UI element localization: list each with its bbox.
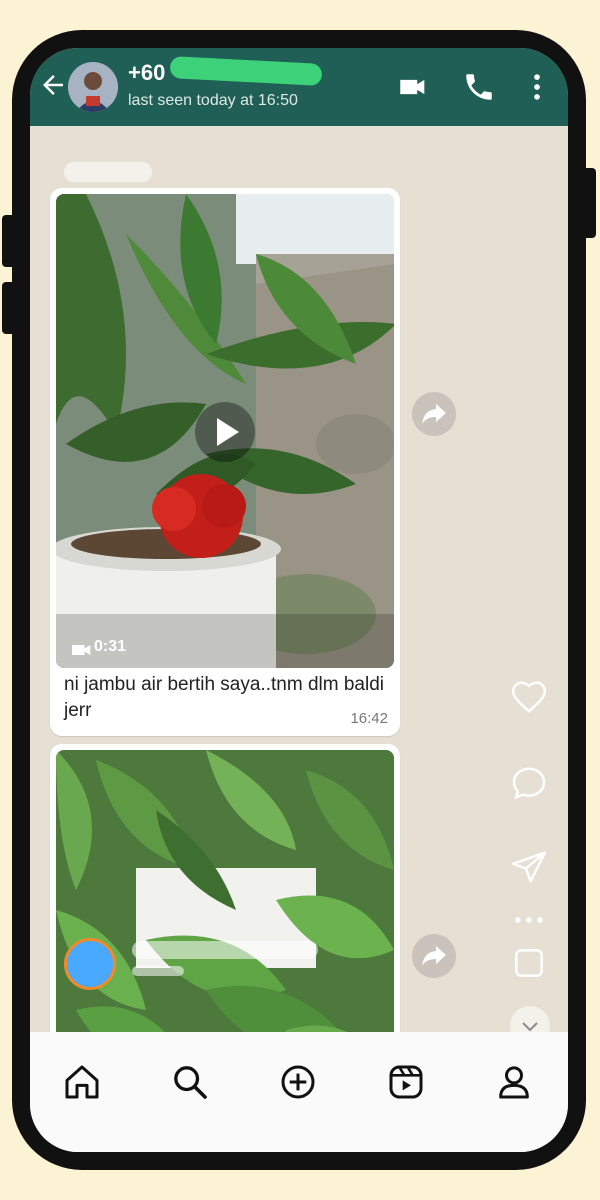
video-message[interactable]: 0:31 ni jambu air bertih saya..tnm dlm b…	[50, 188, 400, 736]
more-vert-icon[interactable]	[520, 70, 554, 104]
home-icon[interactable]	[62, 1062, 102, 1102]
search-icon[interactable]	[170, 1062, 210, 1102]
contact-name[interactable]: +60	[128, 60, 165, 86]
phone-screen: +60 last seen today at 16:50 0:31 ni jam…	[30, 48, 568, 1152]
send-icon[interactable]	[510, 848, 548, 886]
message-time: 16:42	[350, 710, 388, 727]
plus-square-icon[interactable]	[278, 1062, 318, 1102]
profile-avatar-placeholder[interactable]	[64, 938, 116, 990]
forward-icon[interactable]	[412, 392, 456, 436]
video-call-icon[interactable]	[396, 70, 430, 104]
play-icon[interactable]	[195, 402, 255, 462]
chat-header: +60 last seen today at 16:50	[30, 48, 568, 126]
heart-icon[interactable]	[510, 678, 548, 716]
video-thumbnail[interactable]	[56, 194, 394, 668]
forward-icon[interactable]	[412, 934, 456, 978]
profile-icon[interactable]	[494, 1062, 534, 1102]
video-camera-icon	[72, 645, 91, 655]
more-horiz-icon[interactable]	[510, 908, 548, 932]
avatar[interactable]	[68, 62, 118, 112]
save-icon[interactable]	[510, 944, 548, 982]
comment-icon[interactable]	[510, 764, 548, 802]
last-seen-status: last seen today at 16:50	[128, 92, 298, 109]
story-progress-placeholder	[64, 162, 152, 182]
bottom-nav	[30, 1032, 568, 1152]
reels-icon[interactable]	[386, 1062, 426, 1102]
message-caption: ni jambu air bertih saya..tnm dlm baldi …	[64, 674, 384, 721]
back-arrow-icon[interactable]	[38, 70, 68, 100]
redaction-scribble	[169, 56, 323, 86]
video-duration: 0:31	[94, 638, 127, 655]
chat-area: 0:31 ni jambu air bertih saya..tnm dlm b…	[30, 126, 568, 1090]
username-placeholder	[132, 941, 318, 959]
subtitle-placeholder	[132, 966, 184, 976]
phone-icon[interactable]	[462, 70, 496, 104]
video-message[interactable]	[50, 744, 400, 1090]
